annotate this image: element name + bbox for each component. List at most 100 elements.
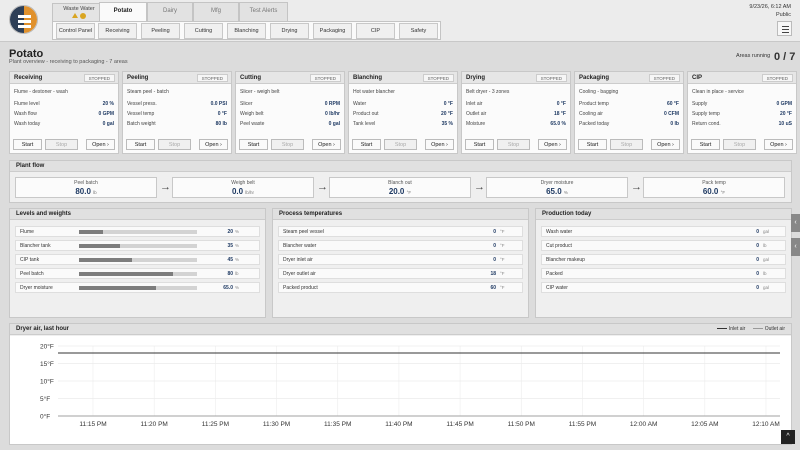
side-panel-expand-icon[interactable]: ‹ bbox=[791, 214, 800, 232]
nav-cip[interactable]: CIP bbox=[356, 23, 395, 39]
metric-value: 0 CFM bbox=[664, 111, 679, 117]
tab-mfg[interactable]: Mfg bbox=[193, 2, 239, 21]
row-unit: °F bbox=[500, 243, 505, 248]
nav-packaging[interactable]: Packaging bbox=[313, 23, 352, 39]
nav-control-panel[interactable]: Control Panel bbox=[56, 23, 95, 39]
nav-safety[interactable]: Safety bbox=[399, 23, 438, 39]
legend-swatch-inlet bbox=[716, 328, 727, 330]
row-label: CIP water bbox=[546, 285, 568, 291]
open-button[interactable]: Open › bbox=[651, 139, 680, 150]
start-button[interactable]: Start bbox=[578, 139, 607, 150]
start-button[interactable]: Start bbox=[126, 139, 155, 150]
flow-label: Pack temp bbox=[702, 180, 726, 186]
x-tick-label: 11:20 PM bbox=[141, 421, 168, 428]
nav-receiving[interactable]: Receiving bbox=[98, 23, 137, 39]
row-label: CIP tank bbox=[20, 257, 40, 263]
metric-value: 80 lb bbox=[215, 121, 227, 127]
production-title: Production today bbox=[536, 209, 791, 220]
card-metric-row: Packed today 0 lb bbox=[579, 121, 679, 129]
card-header: Drying STOPPED bbox=[462, 72, 570, 84]
flow-label: Blanch out bbox=[388, 180, 412, 186]
card-metric-row: Product out 20 °F bbox=[353, 111, 453, 119]
start-button[interactable]: Start bbox=[465, 139, 494, 150]
card-metric-row: Cooling air 0 CFM bbox=[579, 111, 679, 119]
card-metric-row: Return cond. 10 uS bbox=[692, 121, 792, 129]
metric-value: 10 uS bbox=[778, 121, 792, 127]
plant-flow-title: Plant flow bbox=[10, 161, 791, 172]
chart-legend: Inlet air Outlet air bbox=[711, 324, 785, 335]
side-panel-collapse-icon[interactable]: ‹ bbox=[791, 238, 800, 256]
scroll-top-chevron-up-icon[interactable]: ^ bbox=[781, 430, 795, 444]
stop-button[interactable]: Stop bbox=[384, 139, 417, 150]
stop-button[interactable]: Stop bbox=[45, 139, 78, 150]
stop-button[interactable]: Stop bbox=[271, 139, 304, 150]
open-button[interactable]: Open › bbox=[199, 139, 228, 150]
row-unit: gal bbox=[763, 229, 770, 234]
nav-blanching[interactable]: Blanching bbox=[227, 23, 266, 39]
open-button[interactable]: Open › bbox=[425, 139, 454, 150]
row-value: 0 bbox=[493, 243, 496, 249]
nav-cutting[interactable]: Cutting bbox=[184, 23, 223, 39]
flow-unit: lb/hr bbox=[245, 190, 255, 195]
alert-dot-icon bbox=[80, 13, 86, 19]
stop-button[interactable]: Stop bbox=[158, 139, 191, 150]
open-button[interactable]: Open › bbox=[86, 139, 115, 150]
nav-drying[interactable]: Drying bbox=[270, 23, 309, 39]
tab-potato[interactable]: Potato bbox=[99, 2, 147, 22]
x-tick-label: 11:40 PM bbox=[385, 421, 412, 428]
user-label[interactable]: Public bbox=[776, 12, 791, 18]
flow-unit: °F bbox=[406, 190, 412, 195]
row-unit: °F bbox=[500, 285, 505, 290]
row-unit: gal bbox=[763, 257, 770, 262]
start-button[interactable]: Start bbox=[352, 139, 381, 150]
card-title: Cutting bbox=[240, 75, 261, 81]
area-card-receiving: Receiving STOPPED Flume - destoner - wash F… bbox=[9, 71, 119, 154]
status-badge: STOPPED bbox=[196, 74, 228, 82]
level-bar-fill bbox=[79, 286, 156, 290]
open-button[interactable]: Open › bbox=[312, 139, 341, 150]
start-button[interactable]: Start bbox=[691, 139, 720, 150]
status-badge: STOPPED bbox=[309, 74, 341, 82]
row-label: Cut product bbox=[546, 243, 572, 249]
row-value: 0 bbox=[756, 271, 759, 277]
stop-button[interactable]: Stop bbox=[497, 139, 530, 150]
card-metric-row: Moisture 65.0 % bbox=[466, 121, 566, 129]
app-logo[interactable] bbox=[9, 5, 38, 34]
x-tick-label: 11:25 PM bbox=[202, 421, 229, 428]
area-card-packaging: Packaging STOPPED Cooling - bagging Product… bbox=[574, 71, 684, 154]
y-tick-label: 15°F bbox=[40, 360, 54, 368]
card-metric-row: Weigh belt 0 lb/hr bbox=[240, 111, 340, 119]
temps-row: Packed product 60 °F bbox=[278, 282, 523, 293]
open-button[interactable]: Open › bbox=[538, 139, 567, 150]
flow-unit: % bbox=[563, 190, 568, 195]
open-button[interactable]: Open › bbox=[764, 139, 793, 150]
levels-row: Flume 20% bbox=[15, 226, 260, 237]
stop-button[interactable]: Stop bbox=[610, 139, 643, 150]
start-button[interactable]: Start bbox=[239, 139, 268, 150]
row-unit: °F bbox=[500, 257, 505, 262]
x-tick-label: 11:35 PM bbox=[324, 421, 351, 428]
level-bar-fill bbox=[79, 244, 121, 248]
metric-label: Tank level bbox=[353, 121, 376, 127]
card-metric-row: Wash today 0 gal bbox=[14, 121, 114, 129]
row-label: Dryer inlet air bbox=[283, 257, 313, 263]
alert-tab-waste-water[interactable]: Waste Water bbox=[52, 3, 106, 21]
tab-test-alerts[interactable]: Test Alerts bbox=[239, 2, 288, 21]
start-button[interactable]: Start bbox=[13, 139, 42, 150]
tab-dairy[interactable]: Dairy bbox=[147, 2, 193, 21]
metric-label: Wash flow bbox=[14, 111, 37, 117]
levels-row: Dryer moisture 65.0% bbox=[15, 282, 260, 293]
nav-peeling[interactable]: Peeling bbox=[141, 23, 180, 39]
metric-value: 35 % bbox=[441, 121, 453, 127]
metric-value: 0 RPM bbox=[324, 101, 340, 107]
metric-value: 0 °F bbox=[443, 101, 453, 107]
hamburger-menu-icon[interactable] bbox=[777, 21, 792, 36]
temps-row: Steam peel vessel 0 °F bbox=[278, 226, 523, 237]
row-unit: % bbox=[235, 257, 240, 262]
stop-button[interactable]: Stop bbox=[723, 139, 756, 150]
row-value: 0 bbox=[756, 243, 759, 249]
card-description: Clean in place - service bbox=[692, 89, 744, 95]
card-header: Receiving STOPPED bbox=[10, 72, 118, 84]
flow-value: 65.0 bbox=[546, 187, 562, 196]
row-value: 0 bbox=[493, 229, 496, 235]
